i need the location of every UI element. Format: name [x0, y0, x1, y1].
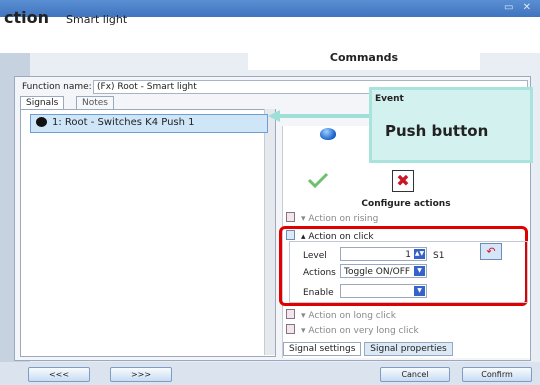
window-controls[interactable]: ▭ ✕ — [504, 2, 534, 13]
actions-select[interactable]: Toggle ON/OFF ▼ — [340, 264, 427, 278]
cancel-button[interactable]: Cancel — [380, 367, 450, 382]
signal-list-scrollbar[interactable] — [264, 109, 275, 355]
tab-signal-properties[interactable]: Signal properties — [364, 342, 453, 356]
actions-label: Actions — [303, 268, 336, 278]
spin-icon[interactable]: ▲▼ — [414, 249, 425, 259]
button-preview-icon[interactable] — [320, 128, 336, 140]
function-name-label: Function name: — [22, 82, 92, 92]
tab-notes[interactable]: Notes — [76, 96, 114, 109]
tab-signal-settings[interactable]: Signal settings — [283, 342, 362, 356]
page-title: ction — [4, 8, 49, 27]
enable-label: Enable — [303, 288, 334, 298]
checkmark-icon[interactable] — [307, 172, 329, 188]
level-label: Level — [303, 251, 327, 261]
chevron-down-icon[interactable]: ▼ — [414, 286, 425, 296]
prev-button[interactable]: <<< — [28, 367, 90, 382]
enable-select[interactable]: ▼ — [340, 284, 427, 298]
event-callout-title: Event — [375, 94, 404, 104]
chevron-down-icon[interactable]: ▼ — [414, 266, 425, 276]
bottom-tabs: Signal settings Signal properties — [283, 342, 453, 356]
action-type-icon — [286, 309, 295, 319]
action-on-very-long-click[interactable]: ▾ Action on very long click — [286, 324, 419, 336]
action-type-icon — [286, 324, 295, 334]
signal-list — [20, 109, 276, 357]
callout-connector — [278, 114, 372, 118]
page-subtitle: Smart light — [66, 13, 128, 26]
signal-label: 1: Root - Switches K4 Push 1 — [52, 117, 195, 128]
pushbutton-icon — [36, 117, 47, 127]
level-stepper[interactable]: 1 ▲▼ — [340, 247, 427, 261]
configure-actions-title: Configure actions — [361, 199, 451, 209]
undo-icon[interactable]: ↶ — [480, 243, 502, 260]
next-button[interactable]: >>> — [110, 367, 172, 382]
action-on-rising[interactable]: ▾ Action on rising — [286, 212, 378, 224]
confirm-button[interactable]: Confirm — [462, 367, 532, 382]
callout-arrow-icon — [268, 110, 280, 122]
action-on-long-click[interactable]: ▾ Action on long click — [286, 309, 396, 321]
action-type-icon — [286, 212, 295, 222]
level-unit: S1 — [433, 251, 445, 261]
tab-commands[interactable]: Commands — [248, 36, 480, 70]
delete-icon[interactable]: ✖ — [392, 170, 414, 192]
tab-signals[interactable]: Signals — [20, 96, 65, 109]
event-callout-body: Push button — [385, 122, 489, 140]
